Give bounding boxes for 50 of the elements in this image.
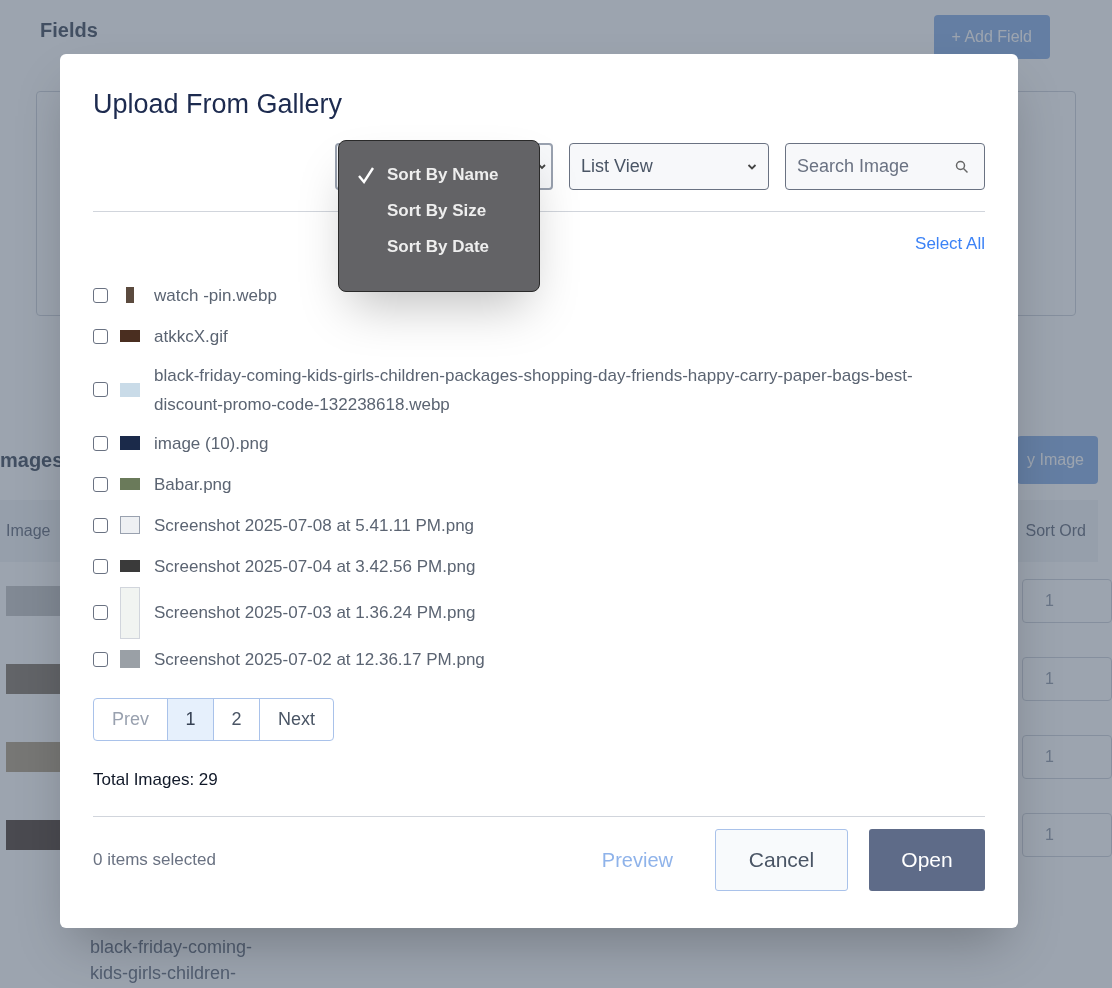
- cancel-button[interactable]: Cancel: [715, 829, 848, 891]
- section-title: mages: [0, 448, 64, 473]
- open-button[interactable]: Open: [869, 829, 985, 891]
- column-header: Sort Ord: [1025, 521, 1086, 541]
- checkbox[interactable]: [93, 287, 108, 303]
- next-button[interactable]: Next: [260, 698, 333, 740]
- column-header: Image: [6, 521, 51, 541]
- thumbnail-image: [120, 560, 140, 572]
- thumbnail-image: [120, 586, 140, 639]
- thumbnail-image: [120, 478, 140, 490]
- caption-text: kids-girls-children-: [90, 962, 238, 985]
- thumbnail-image: [120, 382, 140, 397]
- thumbnail-image: [6, 664, 60, 694]
- checkbox[interactable]: [93, 328, 108, 344]
- chevron-down-icon: [537, 161, 547, 172]
- file-name[interactable]: image (10).png: [154, 428, 269, 458]
- checkbox[interactable]: [93, 382, 108, 397]
- search-field[interactable]: Search Image: [785, 143, 985, 190]
- thumbnail-image: [120, 330, 140, 342]
- file-name[interactable]: watch -pin.webp: [154, 280, 277, 310]
- thumbnail-image: [126, 287, 134, 303]
- file-name[interactable]: Babar.png: [154, 469, 232, 499]
- thumbnail-image: [6, 742, 60, 772]
- total-images-text: Total Images: 29: [93, 768, 219, 791]
- thumbnail-image: [120, 436, 140, 450]
- file-name[interactable]: atkkcX.gif: [154, 321, 228, 351]
- page-button[interactable]: 1: [168, 698, 214, 740]
- thumbnail-image: [120, 650, 140, 668]
- thumbnail-image: [120, 516, 140, 534]
- caption-text: black-friday-coming-: [90, 936, 254, 959]
- selected-count-text: 0 items selected: [93, 849, 216, 872]
- checkbox[interactable]: [93, 435, 108, 451]
- thumbnail-image: [6, 586, 60, 616]
- thumbnail-image: [6, 820, 60, 850]
- view-select[interactable]: List View: [569, 143, 769, 190]
- checkbox[interactable]: [93, 651, 108, 667]
- file-name[interactable]: Screenshot 2025-07-08 at 5.41.11 PM.png: [154, 510, 475, 540]
- search-icon: [955, 160, 969, 174]
- dialog-title: Upload From Gallery: [93, 88, 344, 120]
- file-name[interactable]: Screenshot 2025-07-03 at 1.36.24 PM.png: [154, 598, 476, 627]
- checkbox[interactable]: [93, 558, 108, 574]
- page-button[interactable]: 2: [214, 698, 260, 740]
- select-all-link[interactable]: Select All: [915, 231, 985, 257]
- checkbox[interactable]: [93, 476, 108, 492]
- file-name[interactable]: black-friday-coming-kids-girls-children-packages-shopping-day-friends-happy-carry-paper-bags-best-discount-promo-code-132238618.webp: [154, 360, 954, 419]
- checkbox[interactable]: [93, 517, 108, 533]
- file-name[interactable]: Screenshot 2025-07-02 at 12.36.17 PM.png: [154, 644, 485, 674]
- section-title: Fields: [40, 18, 98, 43]
- file-name[interactable]: Screenshot 2025-07-04 at 3.42.56 PM.png: [154, 551, 476, 581]
- checkbox[interactable]: [93, 605, 108, 620]
